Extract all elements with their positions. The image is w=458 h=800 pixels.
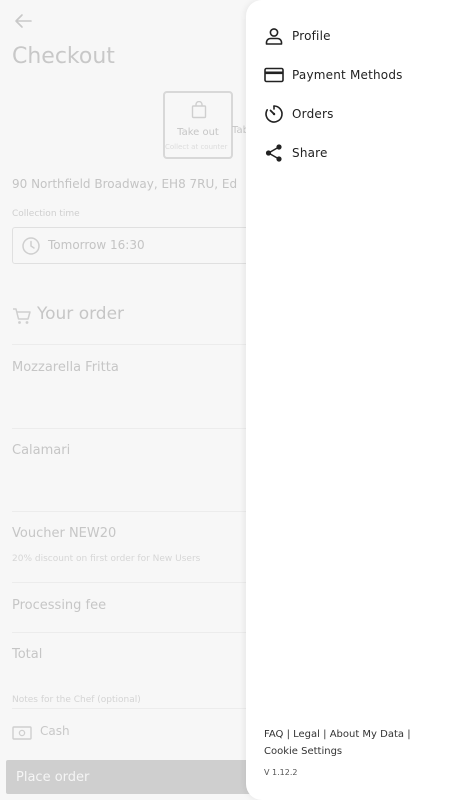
menu-item-payment-methods[interactable]: Payment Methods xyxy=(263,62,448,88)
notes-field-label[interactable]: Notes for the Chef (optional) xyxy=(12,695,141,705)
place-order-button[interactable]: Place order xyxy=(6,760,266,794)
separator: | xyxy=(407,729,411,740)
legal-link[interactable]: Legal xyxy=(293,729,320,740)
divider xyxy=(12,582,252,583)
takeout-option[interactable]: Take out Collect at counter xyxy=(163,91,233,159)
app-version: V 1.12.2 xyxy=(264,768,298,777)
menu-item-label: Payment Methods xyxy=(292,68,403,82)
collection-time-label: Collection time xyxy=(12,209,80,219)
page-title: Checkout xyxy=(12,44,115,69)
processing-fee-label: Processing fee xyxy=(12,598,107,613)
divider xyxy=(12,344,252,345)
collection-time-value: Tomorrow 16:30 xyxy=(48,238,145,252)
timer-icon xyxy=(263,103,285,125)
bag-icon xyxy=(191,101,207,119)
menu-item-share[interactable]: Share xyxy=(263,140,448,166)
credit-card-icon xyxy=(263,64,285,86)
divider xyxy=(12,511,252,512)
voucher-description: 20% discount on first order for New User… xyxy=(12,554,201,564)
payment-method-label[interactable]: Cash xyxy=(40,724,70,738)
cookie-settings-link[interactable]: Cookie Settings xyxy=(264,746,342,757)
back-arrow-icon[interactable] xyxy=(12,10,34,32)
cart-icon xyxy=(13,308,31,324)
side-drawer: Profile Payment Methods Orders Share FAQ… xyxy=(246,0,458,800)
divider xyxy=(12,428,252,429)
menu-item-label: Share xyxy=(292,146,328,160)
separator: | xyxy=(323,729,327,740)
total-label: Total xyxy=(12,647,43,662)
voucher-name: Voucher NEW20 xyxy=(12,526,117,541)
clock-icon xyxy=(22,237,40,255)
order-item-name: Mozzarella Fritta xyxy=(12,360,119,375)
about-my-data-link[interactable]: About My Data xyxy=(330,729,404,740)
collection-time-field[interactable]: Tomorrow 16:30 xyxy=(12,227,262,264)
cash-icon xyxy=(12,726,32,740)
divider xyxy=(12,632,252,633)
menu-item-profile[interactable]: Profile xyxy=(263,23,448,49)
takeout-subtitle: Collect at counter xyxy=(165,143,228,151)
address-text: 90 Northfield Broadway, EH8 7RU, Ed xyxy=(12,177,238,191)
menu-item-label: Profile xyxy=(292,29,331,43)
share-icon xyxy=(263,142,285,164)
footer-links: FAQ | Legal | About My Data | Cookie Set… xyxy=(264,726,434,760)
order-heading: Your order xyxy=(37,304,125,324)
order-item-name: Calamari xyxy=(12,443,71,458)
menu-item-orders[interactable]: Orders xyxy=(263,101,448,127)
takeout-label: Take out xyxy=(177,127,219,138)
faq-link[interactable]: FAQ xyxy=(264,729,283,740)
person-icon xyxy=(263,25,285,47)
menu-item-label: Orders xyxy=(292,107,334,121)
separator: | xyxy=(286,729,290,740)
divider xyxy=(12,708,252,709)
